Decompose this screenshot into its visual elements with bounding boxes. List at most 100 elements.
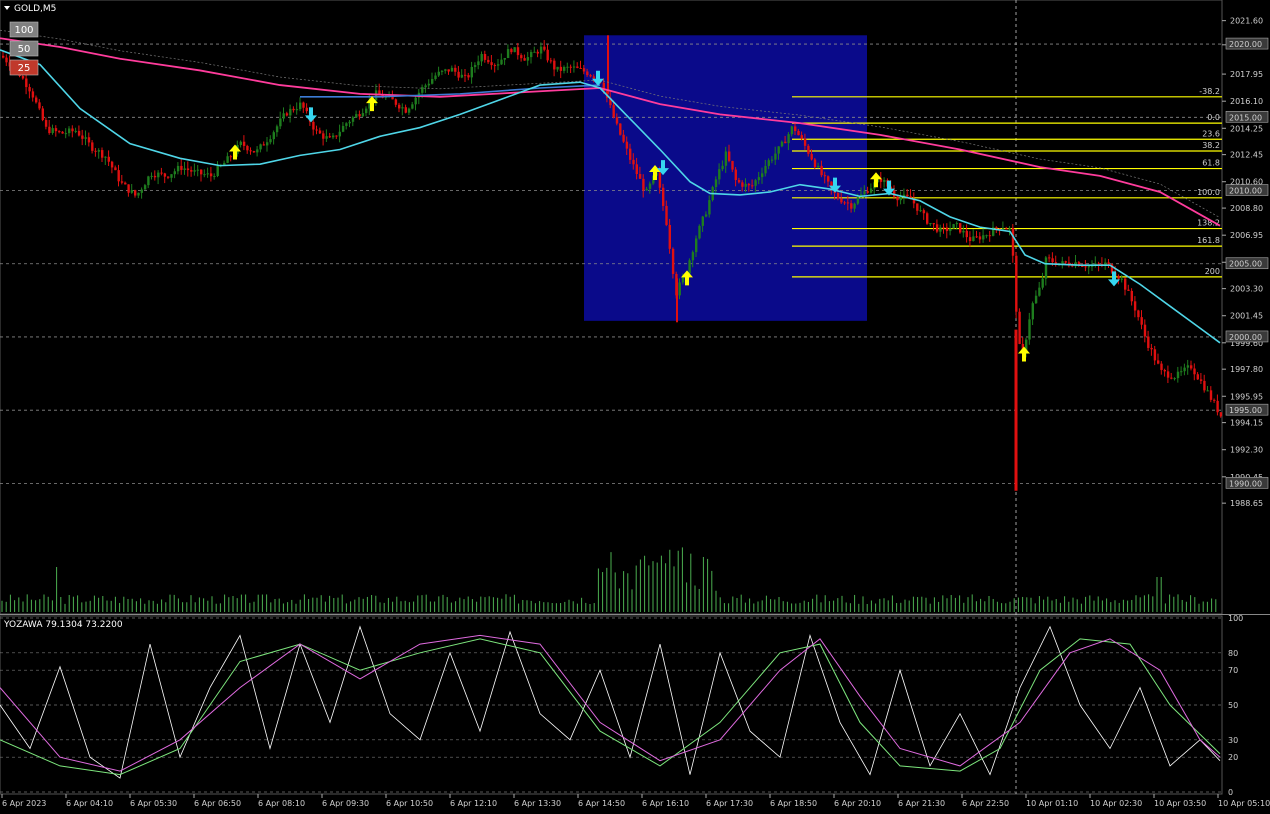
- candle-body: [239, 141, 242, 146]
- candle-body: [183, 168, 186, 170]
- candle-body: [81, 135, 84, 139]
- candle-body: [856, 197, 860, 204]
- price-axis-label: 2008.80: [1230, 204, 1263, 213]
- fib-level-label: 23.6: [1202, 129, 1220, 138]
- candle-body: [1038, 287, 1041, 296]
- candle-body: [157, 172, 160, 178]
- candle-body: [493, 65, 497, 67]
- candle-body: [1084, 266, 1087, 268]
- candle-body: [467, 75, 470, 78]
- candle-body: [107, 156, 110, 162]
- candle-body: [846, 202, 850, 204]
- candle-body: [741, 182, 744, 187]
- candle-body: [1048, 257, 1051, 259]
- candle-body: [803, 138, 807, 146]
- time-axis-label: 6 Apr 08:10: [258, 799, 305, 808]
- candle-body: [25, 78, 28, 88]
- candle-body: [797, 130, 800, 136]
- candle-body: [922, 210, 926, 214]
- candle-body: [790, 126, 794, 135]
- candle-body: [275, 126, 279, 133]
- candle-body: [896, 196, 899, 201]
- candle-body: [87, 137, 91, 143]
- price-level-label: 2015.00: [1229, 113, 1262, 122]
- candle-body: [143, 185, 147, 190]
- candle-body: [404, 107, 407, 113]
- candle-body: [510, 49, 513, 53]
- oscillator-level-label: 80: [1228, 649, 1238, 658]
- candle-body: [939, 227, 942, 232]
- candle-body: [127, 184, 130, 193]
- candle-body: [645, 188, 648, 191]
- candle-body: [1028, 319, 1031, 340]
- candle-body: [259, 144, 262, 150]
- fib-level-label: 0.0: [1207, 113, 1220, 122]
- candle-body: [299, 102, 302, 110]
- candle-body: [668, 224, 671, 249]
- candle-body: [592, 76, 596, 79]
- buy-arrow-icon: [1018, 346, 1030, 362]
- candle-body: [1199, 379, 1203, 381]
- candle-body: [61, 131, 64, 134]
- ma-period-label: 50: [18, 44, 31, 55]
- candle-body: [975, 236, 978, 238]
- candle-body: [1081, 265, 1084, 267]
- oscillator-level-label: 20: [1228, 753, 1238, 762]
- candle-body: [754, 180, 757, 186]
- candle-body: [503, 58, 506, 60]
- candle-body: [407, 108, 411, 113]
- candle-body: [1176, 371, 1180, 379]
- candle-body: [708, 200, 711, 215]
- candle-body: [490, 62, 493, 66]
- candle-body: [170, 174, 173, 178]
- candle-body: [74, 130, 77, 132]
- candle-body: [1193, 368, 1196, 375]
- candle-body: [1170, 377, 1173, 379]
- candle-body: [1034, 295, 1038, 304]
- candle-body: [526, 57, 530, 61]
- time-axis-label: 6 Apr 04:10: [66, 799, 113, 808]
- candle-body: [193, 170, 196, 172]
- candle-body: [470, 66, 473, 78]
- candle-body: [817, 165, 820, 167]
- candle-body: [648, 183, 652, 189]
- candle-body: [5, 57, 8, 63]
- candle-body: [695, 238, 698, 253]
- candle-body: [104, 156, 107, 158]
- candle-body: [883, 180, 886, 182]
- candle-body: [968, 237, 972, 241]
- candle-body: [315, 129, 318, 131]
- time-axis-label: 10 Apr 03:50: [1154, 799, 1206, 808]
- price-chart[interactable]: -38.20.023.638.261.8100.0138.2161.820010…: [0, 0, 1270, 814]
- candle-body: [1213, 399, 1216, 401]
- candle-body: [117, 170, 120, 182]
- candle-body: [1190, 365, 1193, 369]
- oscillator-level-label: 70: [1228, 666, 1238, 675]
- time-axis-label: 6 Apr 20:10: [834, 799, 881, 808]
- candle-body: [94, 150, 97, 152]
- candle-body: [586, 71, 589, 76]
- candle-body: [1203, 380, 1206, 391]
- fib-level-label: 38.2: [1202, 141, 1220, 150]
- candle-body: [358, 114, 361, 117]
- candle-body: [955, 223, 959, 225]
- candle-body: [516, 47, 520, 56]
- candle-body: [764, 165, 767, 174]
- candle-body: [698, 225, 701, 239]
- candle-body: [335, 135, 338, 137]
- time-axis-label: 6 Apr 05:30: [130, 799, 177, 808]
- candle-body: [355, 114, 358, 118]
- price-axis-label: 2017.95: [1230, 70, 1263, 79]
- candle-body: [41, 108, 44, 121]
- candle-body: [206, 173, 209, 175]
- candle-body: [1015, 255, 1018, 312]
- price-axis-label: 2016.10: [1230, 97, 1263, 106]
- candle-body: [200, 169, 203, 175]
- candle-body: [899, 197, 902, 201]
- candle-body: [638, 174, 642, 179]
- candle-body: [163, 173, 167, 177]
- candle-body: [450, 67, 454, 72]
- candle-body: [272, 132, 275, 140]
- candle-body: [64, 133, 68, 135]
- candle-body: [1153, 349, 1157, 361]
